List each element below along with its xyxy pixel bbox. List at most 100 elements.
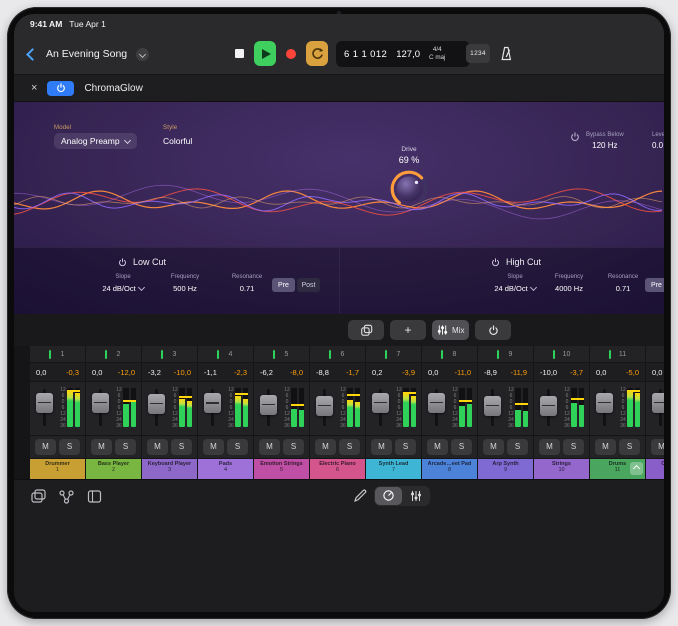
track-name-band[interactable]: Drummer 1 (30, 459, 85, 479)
track-header-cell[interactable]: 1 (30, 346, 85, 363)
low-cut-slope[interactable]: Slope 24 dB/Oct (98, 274, 148, 293)
high-cut-frequency[interactable]: Frequency 4000 Hz (544, 274, 594, 293)
drive-knob[interactable] (388, 168, 430, 210)
track-name-band[interactable]: Synth Lead 7 (366, 459, 421, 479)
solo-button[interactable]: S (283, 439, 304, 455)
track-header-cell[interactable]: 4 (198, 346, 253, 363)
mute-button[interactable]: M (315, 439, 336, 455)
bypass-below-control[interactable]: Bypass Below 120 Hz (570, 132, 624, 150)
solo-button[interactable]: S (563, 439, 584, 455)
mute-button[interactable]: M (91, 439, 112, 455)
volume-fader[interactable] (260, 395, 277, 415)
high-cut-power-icon[interactable] (491, 258, 500, 267)
routing-button[interactable] (58, 488, 75, 510)
controls-view-button[interactable] (375, 487, 402, 505)
play-button[interactable] (254, 41, 276, 66)
mute-button[interactable]: M (427, 439, 448, 455)
song-title[interactable]: An Evening Song (46, 48, 127, 60)
track-name-band[interactable]: Emotion Strings 5 (254, 459, 309, 479)
track-name-band[interactable]: Pads 4 (198, 459, 253, 479)
low-cut-pre-button[interactable]: Pre (272, 278, 295, 292)
mute-button[interactable]: M (259, 439, 280, 455)
solo-button[interactable]: S (59, 439, 80, 455)
track-header-cell[interactable]: 7 (366, 346, 421, 363)
mixer-power-button[interactable] (475, 320, 511, 340)
inspector-button[interactable] (86, 488, 103, 510)
volume-fader[interactable] (540, 396, 557, 416)
solo-button[interactable]: S (451, 439, 472, 455)
mute-button[interactable]: M (35, 439, 56, 455)
mute-button[interactable]: M (651, 439, 664, 455)
solo-button[interactable]: S (115, 439, 136, 455)
track-header-cell[interactable]: 2 (86, 346, 141, 363)
low-cut-post-button[interactable]: Post (297, 278, 320, 292)
stop-button[interactable] (228, 41, 250, 66)
level-control[interactable]: Level 0.0 (652, 132, 664, 150)
low-cut-power-icon[interactable] (118, 258, 127, 267)
mute-button[interactable]: M (203, 439, 224, 455)
count-in-button[interactable]: 1234 (466, 44, 490, 63)
song-menu-button[interactable] (136, 48, 149, 61)
close-plugin-button[interactable]: × (31, 83, 37, 94)
lcd-display[interactable]: 6 1 1 012 127,0 4/4 C maj (336, 41, 470, 67)
volume-fader[interactable] (148, 394, 165, 414)
high-cut-resonance[interactable]: Resonance 0.71 (598, 274, 648, 293)
browser-button[interactable] (30, 488, 47, 510)
volume-fader[interactable] (428, 393, 445, 413)
track-name-band[interactable]: Bass Player 2 (86, 459, 141, 479)
volume-fader[interactable] (316, 396, 333, 416)
solo-button[interactable]: S (171, 439, 192, 455)
track-header-cell[interactable]: 3 (142, 346, 197, 363)
track-name-band[interactable]: Keyboard Player 3 (142, 459, 197, 479)
track-name-band[interactable]: Electric Piano 6 (310, 459, 365, 479)
mute-button[interactable]: M (595, 439, 616, 455)
volume-fader[interactable] (596, 393, 613, 413)
solo-button[interactable]: S (227, 439, 248, 455)
track-name-band[interactable]: Strings 10 (534, 459, 589, 479)
record-button[interactable] (280, 41, 302, 66)
high-cut-slope[interactable]: Slope 24 dB/Oct (490, 274, 540, 293)
solo-button[interactable]: S (619, 439, 640, 455)
high-cut-pre-button[interactable]: Pre (645, 278, 664, 292)
track-name-band[interactable]: Arcade…eet Pad 8 (422, 459, 477, 479)
add-track-button[interactable]: + (390, 320, 426, 340)
mute-button[interactable]: M (371, 439, 392, 455)
low-cut-resonance[interactable]: Resonance 0.71 (222, 274, 272, 293)
back-chevron-icon[interactable] (26, 48, 39, 61)
stack-collapse-button[interactable] (630, 462, 643, 475)
track-header-cell[interactable]: 10 (534, 346, 589, 363)
cycle-button[interactable] (306, 41, 328, 66)
track-header-cell[interactable]: 9 (478, 346, 533, 363)
solo-button[interactable]: S (339, 439, 360, 455)
track-header-cell[interactable]: 11 (590, 346, 645, 363)
mixer-channel: 5 -6,2 -8,0 12606122436 M S Emotion Stri… (254, 346, 309, 479)
plugin-power-button[interactable] (47, 81, 74, 96)
mute-button[interactable]: M (539, 439, 560, 455)
track-name-band[interactable]: Chorus V 12 (646, 459, 664, 479)
style-control[interactable]: Style Colorful (163, 125, 192, 146)
track-name-band[interactable]: Drums 11 (590, 459, 645, 479)
edit-mode-button[interactable] (352, 488, 368, 509)
track-header-cell[interactable]: 5 (254, 346, 309, 363)
mix-view-button[interactable]: Mix (432, 320, 469, 340)
track-header-cell[interactable]: 8 (422, 346, 477, 363)
volume-fader[interactable] (92, 393, 109, 413)
volume-fader[interactable] (484, 396, 501, 416)
volume-fader[interactable] (372, 393, 389, 413)
solo-button[interactable]: S (395, 439, 416, 455)
metronome-button[interactable] (496, 43, 516, 63)
volume-fader[interactable] (36, 393, 53, 413)
mute-button[interactable]: M (147, 439, 168, 455)
solo-button[interactable]: S (507, 439, 528, 455)
track-name-band[interactable]: Arp Synth 9 (478, 459, 533, 479)
track-header-cell[interactable]: 12 (646, 346, 664, 363)
mute-button[interactable]: M (483, 439, 504, 455)
volume-fader[interactable] (204, 393, 221, 413)
volume-fader[interactable] (652, 393, 664, 413)
track-name-number: 9 (478, 467, 533, 473)
model-dropdown[interactable]: Analog Preamp (54, 133, 137, 149)
low-cut-frequency[interactable]: Frequency 500 Hz (160, 274, 210, 293)
duplicate-button[interactable] (348, 320, 384, 340)
mixer-view-button[interactable] (402, 487, 429, 505)
track-header-cell[interactable]: 6 (310, 346, 365, 363)
